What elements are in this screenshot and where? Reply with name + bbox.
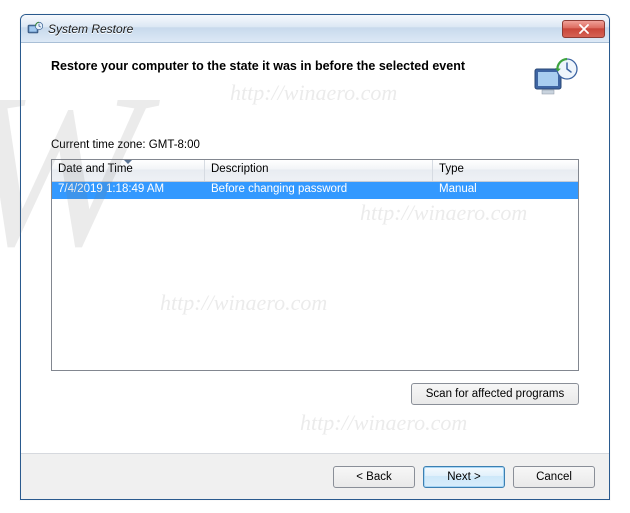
window-title: System Restore	[48, 22, 562, 36]
back-button[interactable]: < Back	[333, 466, 415, 488]
system-restore-icon	[533, 57, 579, 97]
column-header-type-label: Type	[439, 163, 464, 175]
column-header-date[interactable]: Date and Time	[52, 160, 205, 181]
close-icon	[578, 24, 590, 34]
close-button[interactable]	[562, 20, 605, 38]
column-header-type[interactable]: Type	[433, 160, 578, 181]
cell-date: 7/4/2019 1:18:49 AM	[52, 182, 205, 199]
restore-points-table: Date and Time Description Type 7/4/2019 …	[51, 159, 579, 371]
cell-description: Before changing password	[205, 182, 433, 199]
sort-desc-icon	[124, 160, 132, 164]
system-restore-window: System Restore Restore your computer to …	[20, 14, 610, 500]
wizard-footer: < Back Next > Cancel	[21, 453, 609, 499]
scan-affected-programs-button[interactable]: Scan for affected programs	[411, 383, 579, 405]
content-area: Restore your computer to the state it wa…	[21, 43, 609, 453]
cell-type: Manual	[433, 182, 578, 199]
cancel-button[interactable]: Cancel	[513, 466, 595, 488]
system-restore-app-icon	[27, 21, 43, 37]
next-button[interactable]: Next >	[423, 466, 505, 488]
timezone-label: Current time zone: GMT-8:00	[51, 139, 579, 151]
titlebar: System Restore	[21, 15, 609, 43]
column-header-description-label: Description	[211, 163, 269, 175]
column-header-date-label: Date and Time	[58, 163, 133, 175]
table-row[interactable]: 7/4/2019 1:18:49 AM Before changing pass…	[52, 182, 578, 199]
page-heading: Restore your computer to the state it wa…	[51, 57, 523, 73]
column-header-description[interactable]: Description	[205, 160, 433, 181]
